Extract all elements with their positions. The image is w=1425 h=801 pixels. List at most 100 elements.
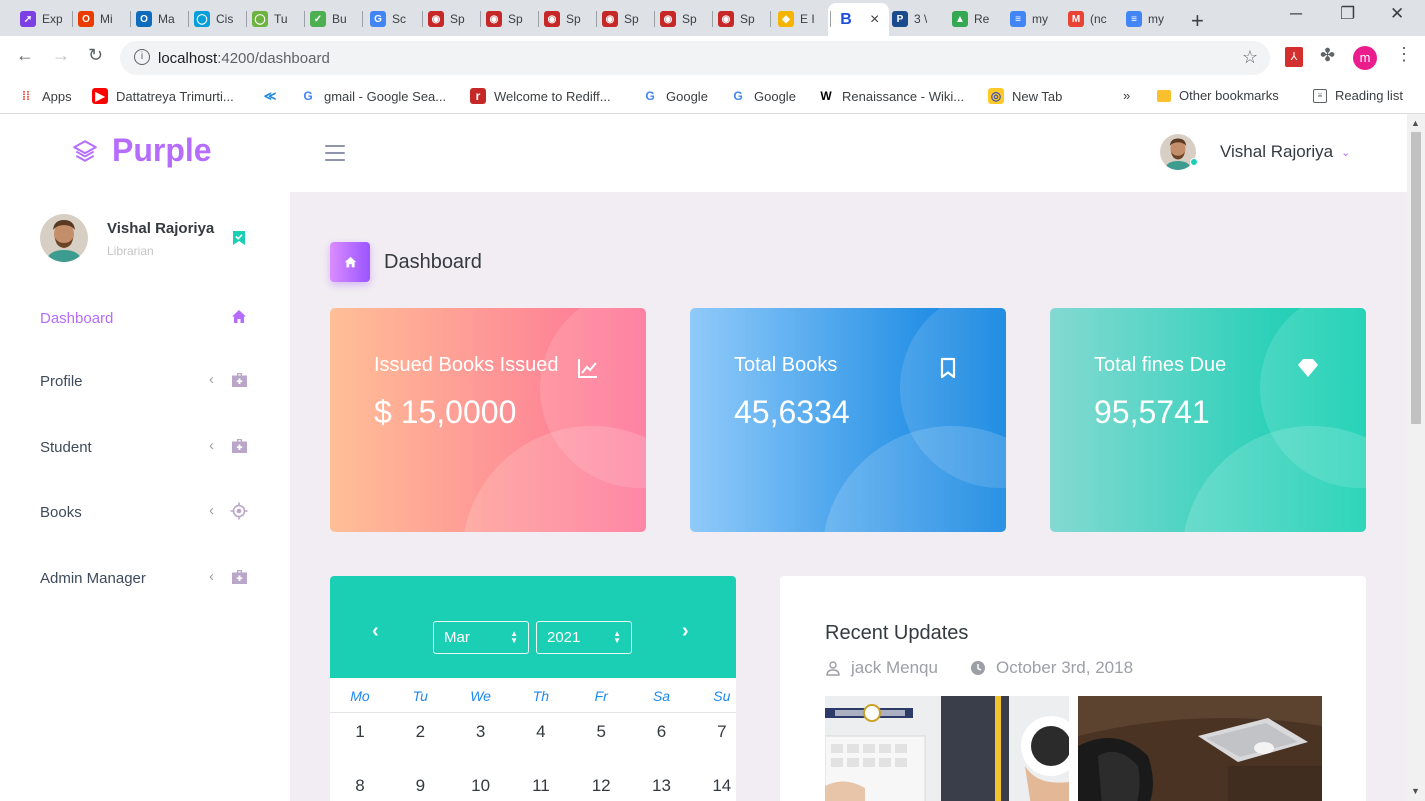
sidebar-item-label: Profile <box>40 372 83 390</box>
minimize-button[interactable]: ─ <box>1290 4 1302 24</box>
restore-button[interactable]: ❐ <box>1340 4 1355 24</box>
sidebar-item-admin-manager[interactable]: Admin Manager ‹ <box>40 566 250 590</box>
scroll-down-arrow-icon[interactable]: ▼ <box>1411 786 1420 796</box>
browser-menu-icon[interactable]: ⋮ <box>1395 44 1413 65</box>
bookmark-item[interactable]: ≪ <box>262 88 286 104</box>
browser-tab[interactable]: ≡ my <box>1126 6 1164 32</box>
bookmark-item[interactable]: ⁞⁞ Apps <box>18 88 72 104</box>
user-menu-dropdown[interactable]: Vishal Rajoriya ⌄ <box>1160 134 1350 170</box>
bookmark-item[interactable]: r Welcome to Rediff... <box>470 88 611 104</box>
page-scrollbar[interactable]: ▲ ▼ <box>1407 114 1425 801</box>
close-window-button[interactable]: ✕ <box>1390 4 1404 24</box>
calendar-day[interactable]: 6 <box>632 722 692 742</box>
browser-tab[interactable]: ◉ Sp <box>428 6 465 32</box>
forward-arrow-icon[interactable]: → <box>52 45 70 66</box>
bookmark-item[interactable]: ▶ Dattatreya Trimurti... <box>92 88 234 104</box>
scrollbar-thumb[interactable] <box>1411 132 1421 424</box>
tab-favicon-icon: O <box>78 11 94 27</box>
apps-grid-icon: ⁞⁞ <box>22 89 30 103</box>
stat-card-total-fines[interactable]: Total fines Due 95,5741 <box>1050 308 1366 532</box>
browser-tab[interactable]: ➚ Exp <box>20 6 62 32</box>
sidebar-item-dashboard[interactable]: Dashboard <box>40 306 250 330</box>
new-tab-button[interactable]: + <box>1191 8 1204 34</box>
calendar-prev-button[interactable]: ‹ <box>372 620 379 643</box>
extensions-puzzle-icon[interactable]: ✤ <box>1320 45 1335 66</box>
tab-favicon-icon: ✓ <box>310 11 326 27</box>
browser-tab[interactable]: ◉ Sp <box>544 6 581 32</box>
site-info-icon[interactable]: i <box>134 49 150 65</box>
other-bookmarks-folder[interactable]: Other bookmarks <box>1157 88 1279 103</box>
calendar-day[interactable]: 11 <box>511 776 571 796</box>
browser-tab[interactable]: ◯ Tu <box>252 6 288 32</box>
pdf-extension-icon[interactable]: ⅄ <box>1285 47 1303 67</box>
address-bar[interactable]: i localhost:4200/dashboard ☆ <box>120 41 1270 75</box>
profile-avatar[interactable]: m <box>1353 46 1377 70</box>
sidebar-item-label: Admin Manager <box>40 569 146 587</box>
calendar-day[interactable]: 4 <box>511 722 571 742</box>
browser-tab[interactable]: ▲ Re <box>952 6 989 32</box>
calendar-day[interactable]: 5 <box>571 722 631 742</box>
calendar-day[interactable]: 8 <box>330 776 390 796</box>
browser-tab[interactable]: ◉ Sp <box>486 6 523 32</box>
chevron-left-icon: ‹ <box>209 502 214 519</box>
close-tab-icon[interactable]: × <box>870 11 879 29</box>
tab-favicon-icon: O <box>136 11 152 27</box>
reload-icon[interactable]: ↻ <box>88 45 103 66</box>
calendar-day[interactable]: 1 <box>330 722 390 742</box>
browser-tab[interactable]: ◉ Sp <box>602 6 639 32</box>
update-image-laptop-desk[interactable] <box>1078 696 1322 801</box>
browser-tab[interactable]: ≡ my <box>1010 6 1048 32</box>
scroll-up-arrow-icon[interactable]: ▲ <box>1411 118 1420 128</box>
month-select[interactable]: Mar ▲ ▼ <box>433 621 529 654</box>
bookmark-star-icon[interactable]: ☆ <box>1242 47 1258 68</box>
bookmark-item[interactable]: W Renaissance - Wiki... <box>818 88 964 104</box>
divider <box>330 712 736 713</box>
more-bookmarks-button[interactable]: » <box>1123 88 1130 103</box>
calendar-day[interactable]: 9 <box>390 776 450 796</box>
bookmark-item[interactable]: G Google <box>642 88 708 104</box>
reading-list-button[interactable]: ≡ Reading list <box>1313 88 1403 103</box>
calendar-day[interactable]: 2 <box>390 722 450 742</box>
calendar-day[interactable]: 10 <box>451 776 511 796</box>
browser-tab-title: Sp <box>624 12 639 26</box>
calendar-day[interactable]: 14 <box>692 776 736 796</box>
sidebar-item-profile[interactable]: Profile ‹ <box>40 369 250 393</box>
year-select[interactable]: 2021 ▲ ▼ <box>536 621 632 654</box>
calendar-day[interactable]: 13 <box>632 776 692 796</box>
bookmarks-bar: » Other bookmarks ≡ Reading list ⁞⁞ Apps ▶… <box>0 80 1425 114</box>
sidebar-item-books[interactable]: Books ‹ <box>40 500 250 524</box>
browser-tab[interactable]: O Mi <box>78 6 113 32</box>
browser-tab-title: Sc <box>392 12 407 26</box>
calendar-day[interactable]: 12 <box>571 776 631 796</box>
browser-tab[interactable]: O Ma <box>136 6 175 32</box>
browser-tab[interactable]: ◉ Sp <box>718 6 755 32</box>
bookmark-item[interactable]: Ggmail - Google Sea... <box>300 88 446 104</box>
brand-name: Purple <box>112 132 212 168</box>
chevron-down-icon: ⌄ <box>1341 146 1351 159</box>
bookmark-item[interactable]: G Google <box>730 88 796 104</box>
back-arrow-icon[interactable]: ← <box>16 45 34 66</box>
update-image-desk-notebook[interactable] <box>825 696 1069 801</box>
youtube-icon: ▶ <box>92 88 108 104</box>
browser-tab-active[interactable]: B B × <box>828 3 890 36</box>
browser-tab[interactable]: P 3 \ <box>892 6 927 32</box>
brand-logo[interactable]: Purple <box>72 132 212 169</box>
browser-tab[interactable]: ◆ E I <box>778 6 815 32</box>
browser-tab[interactable]: M (nc <box>1068 6 1107 32</box>
online-status-dot <box>1190 158 1198 166</box>
calendar-day[interactable]: 7 <box>692 722 736 742</box>
browser-tab[interactable]: ◉ Sp <box>660 6 697 32</box>
browser-tab[interactable]: ◯ Cis <box>194 6 233 32</box>
browser-tab[interactable]: ✓ Bu <box>310 6 347 32</box>
bookmark-item[interactable]: ◎ New Tab <box>988 88 1062 104</box>
calendar-next-button[interactable]: › <box>682 620 689 643</box>
calendar-day[interactable]: 3 <box>451 722 511 742</box>
sidebar-item-student[interactable]: Student ‹ <box>40 435 250 459</box>
menu-toggle-icon[interactable] <box>325 145 345 161</box>
google-icon: G <box>733 89 743 103</box>
browser-tab[interactable]: G Sc <box>370 6 406 32</box>
stat-card-issued-books[interactable]: Issued Books Issued $ 15,0000 <box>330 308 646 532</box>
sidebar-profile[interactable]: Vishal Rajoriya Librarian <box>40 214 260 264</box>
stat-card-total-books[interactable]: Total Books 45,6334 <box>690 308 1006 532</box>
tab-favicon-icon: G <box>370 11 386 27</box>
